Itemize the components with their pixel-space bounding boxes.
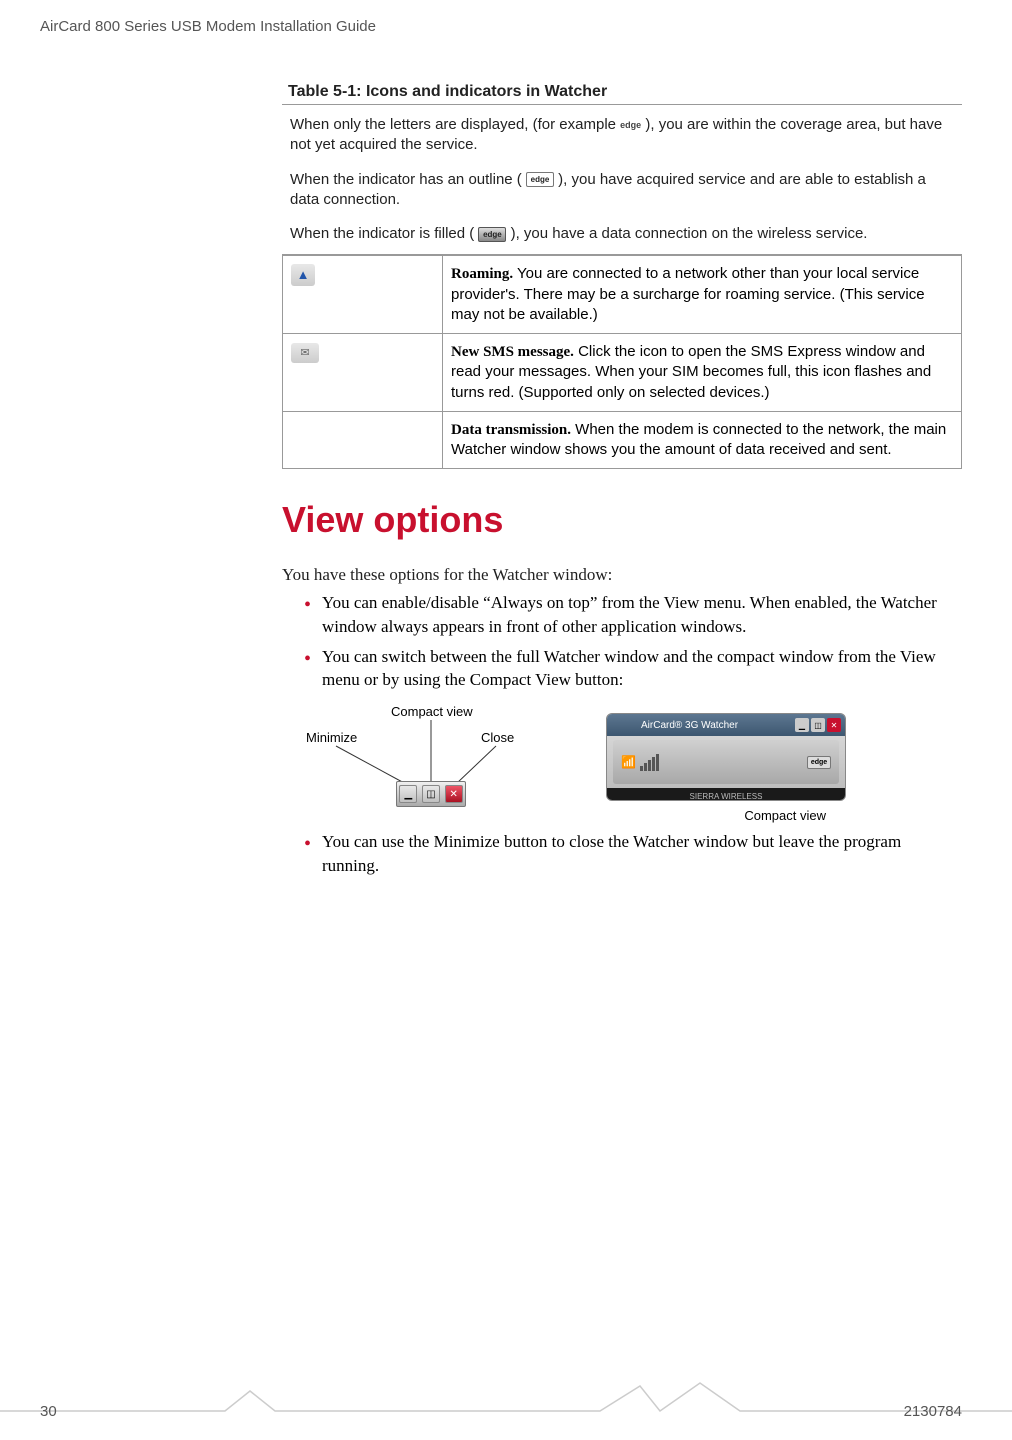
roaming-icon: ▲ (291, 264, 315, 286)
antenna-icon: 📶 (621, 755, 636, 769)
compact-footer-brand: SIERRA WIRELESS (607, 788, 845, 801)
compact-view-button[interactable]: ◫ (422, 785, 440, 803)
indicator-table: ▲ Roaming. You are connected to a networ… (282, 255, 962, 469)
control-buttons-diagram: Minimize Compact view Close ▁ ◫ ✕ (306, 702, 566, 812)
list-item: You can switch between the full Watcher … (304, 645, 962, 693)
compact-close-button[interactable]: ✕ (827, 718, 841, 732)
desc-cell: New SMS message. Click the icon to open … (443, 334, 962, 412)
intro-p3-pre: When the indicator is filled ( (290, 225, 474, 242)
section-heading: View options (282, 499, 962, 541)
bullet-list-continued: You can use the Minimize button to close… (282, 830, 962, 878)
compact-titlebar: AirCard® 3G Watcher ▁ ◫ ✕ (607, 714, 845, 736)
compact-restore-button[interactable]: ◫ (811, 718, 825, 732)
table-row: Data transmission. When the modem is con… (283, 411, 962, 469)
compact-controls: ▁ ◫ ✕ (795, 718, 841, 732)
icon-cell: ▲ (283, 256, 443, 334)
sms-icon: ✉ (291, 343, 319, 363)
info-text-block: When only the letters are displayed, (fo… (282, 109, 962, 255)
icon-cell: ✉ (283, 334, 443, 412)
compact-window: AirCard® 3G Watcher ▁ ◫ ✕ 📶 (606, 713, 846, 801)
page-header: AirCard 800 Series USB Modem Installatio… (40, 18, 376, 35)
footer-decoration (0, 1378, 1012, 1428)
edge-filled-icon: edge (478, 227, 506, 242)
minimize-button[interactable]: ▁ (399, 785, 417, 803)
table-row: ▲ Roaming. You are connected to a networ… (283, 256, 962, 334)
close-button[interactable]: ✕ (445, 785, 463, 803)
table-row: ✉ New SMS message. Click the icon to ope… (283, 334, 962, 412)
compact-minimize-button[interactable]: ▁ (795, 718, 809, 732)
compact-app-title: AirCard® 3G Watcher (641, 720, 738, 731)
table-title: Table 5-1: Icons and indicators in Watch… (282, 80, 962, 105)
page-number: 30 (40, 1403, 57, 1420)
row-bold: Data transmission. (451, 422, 571, 438)
edge-indicator-icon: edge (807, 756, 831, 769)
content-area: Table 5-1: Icons and indicators in Watch… (282, 80, 962, 884)
document-id: 2130784 (904, 1403, 962, 1420)
desc-cell: Data transmission. When the modem is con… (443, 411, 962, 469)
edge-text-icon: edge (620, 120, 641, 130)
bullet-list: You can enable/disable “Always on top” f… (282, 591, 962, 692)
row-text: You are connected to a network other tha… (451, 265, 925, 323)
desc-cell: Roaming. You are connected to a network … (443, 256, 962, 334)
diagram-row: Minimize Compact view Close ▁ ◫ ✕ AirCar… (306, 702, 962, 812)
control-bar: ▁ ◫ ✕ (396, 781, 466, 807)
intro-p3-post: ), you have a data connection on the wir… (511, 225, 868, 242)
intro-p2-pre: When the indicator has an outline ( (290, 171, 522, 188)
intro-p1-pre: When only the letters are displayed, (fo… (290, 116, 620, 133)
section-intro: You have these options for the Watcher w… (282, 563, 962, 587)
row-bold: New SMS message. (451, 344, 574, 360)
list-item: You can use the Minimize button to close… (304, 830, 962, 878)
compact-view-caption: Compact view (744, 808, 826, 823)
icon-cell (283, 411, 443, 469)
signal-strength-icon (640, 754, 659, 771)
list-item: You can enable/disable “Always on top” f… (304, 591, 962, 639)
edge-outline-icon: edge (526, 172, 554, 187)
compact-body: 📶 edge (613, 740, 839, 784)
row-bold: Roaming. (451, 266, 513, 282)
